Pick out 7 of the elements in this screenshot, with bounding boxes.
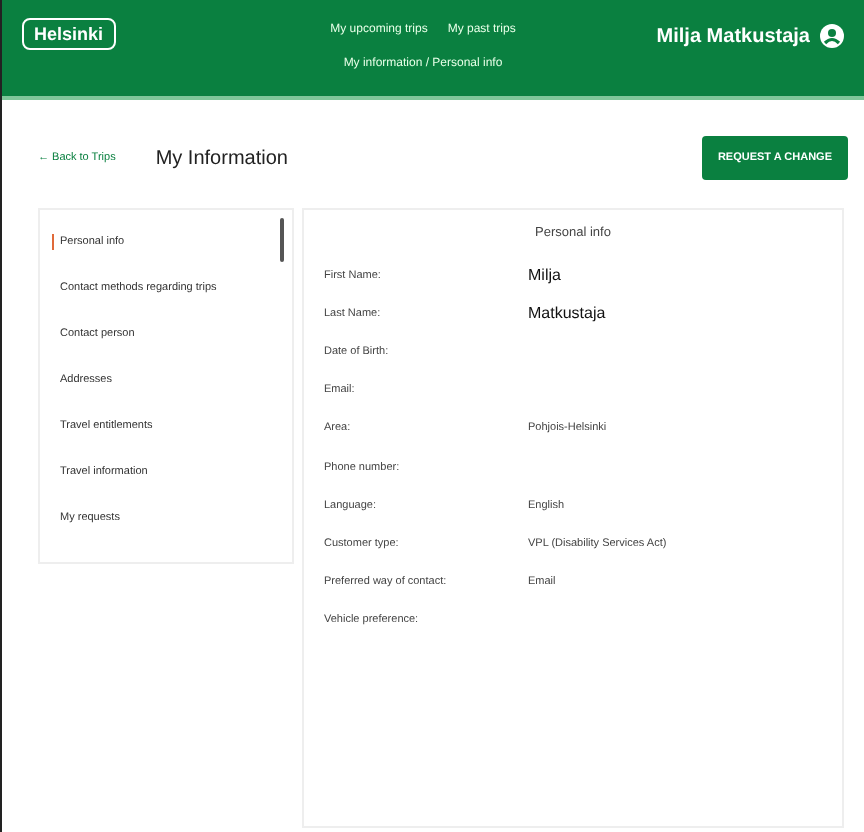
page-title: My Information	[155, 147, 290, 169]
scrollbar[interactable]	[280, 218, 284, 262]
user-name: Milja Matkustaja	[656, 25, 810, 47]
field-value: Matkustaja	[528, 304, 608, 323]
logo[interactable]: Helsinki	[22, 18, 116, 50]
field-value: Milja	[528, 266, 563, 285]
user-icon[interactable]	[820, 24, 844, 48]
